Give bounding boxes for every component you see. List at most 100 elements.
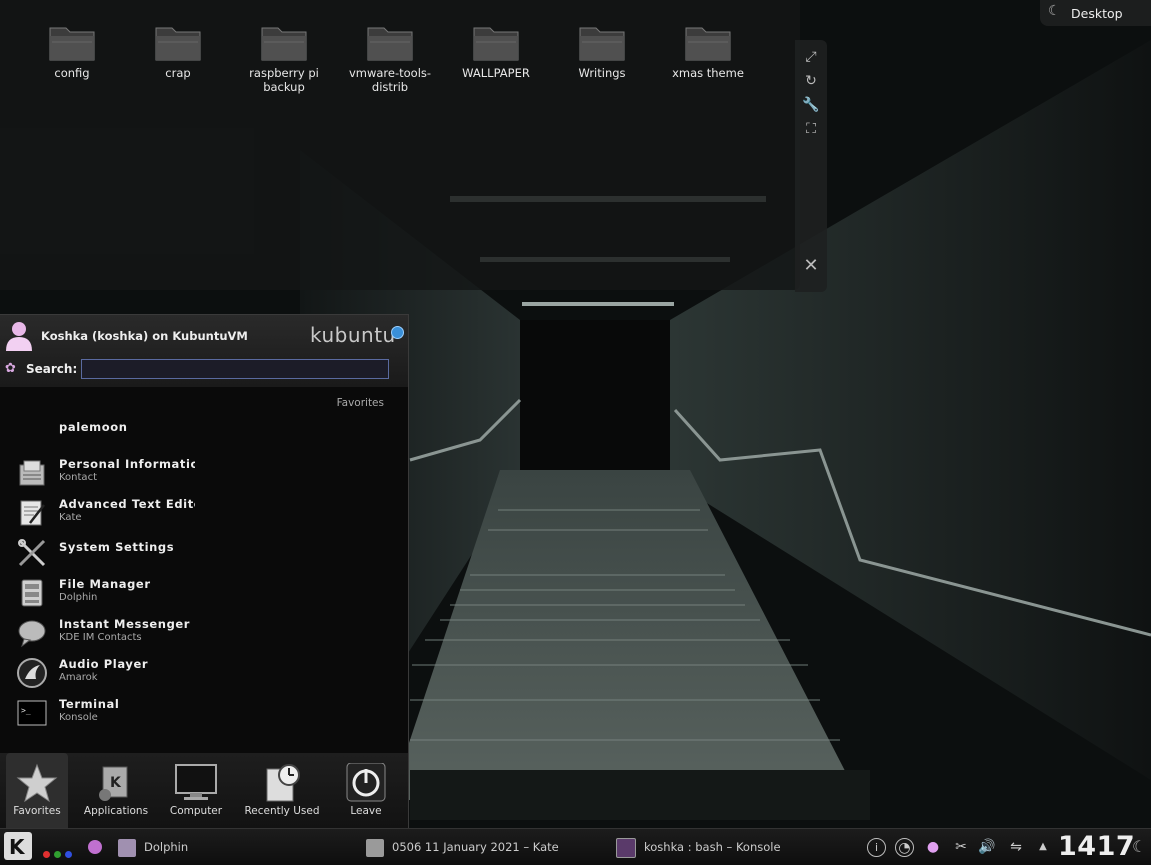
favorite-name: Instant Messenger Contac: [59, 617, 195, 631]
star-icon: [16, 763, 58, 803]
folder-icon: [579, 27, 625, 61]
tab-favorites[interactable]: Favorites: [6, 753, 68, 829]
favorite-item-amarok[interactable]: Audio Player Amarok: [0, 653, 406, 693]
desktop-folder-crap[interactable]: crap: [133, 22, 223, 80]
pager-icon[interactable]: [88, 840, 102, 854]
favorite-subtitle: Kontact: [59, 472, 97, 483]
favorite-item-palemoon[interactable]: palemoon: [0, 413, 406, 453]
plasma-toolbox-icon: ☾: [1048, 3, 1061, 19]
info-icon[interactable]: i: [867, 838, 886, 857]
tab-recently-used[interactable]: Recently Used: [240, 753, 324, 829]
tab-label: Leave: [350, 805, 382, 817]
favorite-name: System Settings: [59, 540, 175, 554]
usb-device-icon[interactable]: ⇋: [1007, 838, 1025, 856]
folder-icon: [473, 27, 519, 61]
panel-toolbox-icon[interactable]: ☾: [1132, 837, 1151, 857]
svg-text:>_: >_: [21, 706, 31, 715]
folder-label: vmware-tools-distrib: [348, 66, 432, 94]
desktop-folder-vmware-tools-distrib[interactable]: vmware-tools-distrib: [345, 22, 435, 94]
task-konsole[interactable]: koshka : bash – Konsole: [616, 829, 846, 865]
desktop-folder-raspberry-pi-backup[interactable]: raspberry pi backup: [239, 22, 329, 94]
klipper-scissors-icon[interactable]: ✂: [952, 838, 970, 856]
fullscreen-icon[interactable]: ⛶: [802, 120, 820, 138]
user-name-label: Koshka (koshka) on KubuntuVM: [41, 329, 248, 343]
konsole-task-icon: [616, 837, 636, 858]
terminal-icon: >_: [17, 700, 47, 726]
tab-applications[interactable]: K Applications: [80, 753, 152, 829]
user-avatar-icon: [6, 322, 32, 351]
favorite-item-konsole[interactable]: >_ Terminal Konsole: [0, 693, 406, 733]
favorite-subtitle: Konsole: [59, 712, 98, 723]
network-manager-icon[interactable]: ◔: [895, 838, 914, 857]
tab-label: Applications: [83, 805, 149, 817]
instant-messenger-icon: [18, 620, 46, 648]
desktop-folder-config[interactable]: config: [27, 22, 117, 80]
tab-computer[interactable]: Computer: [164, 753, 228, 829]
desktop-toolbox-label: Desktop: [1071, 6, 1123, 21]
text-editor-icon: [20, 500, 45, 526]
tab-label: Recently Used: [244, 805, 320, 817]
tab-leave[interactable]: Leave: [336, 753, 396, 829]
task-label: koshka : bash – Konsole: [644, 840, 781, 854]
task-label: Dolphin: [144, 840, 189, 854]
favorite-item-system-settings[interactable]: System Settings: [0, 533, 406, 573]
task-dolphin[interactable]: Dolphin: [118, 829, 338, 865]
system-settings-icon: [18, 539, 46, 567]
folder-label: WALLPAPER: [462, 66, 530, 80]
favorite-name: palemoon: [59, 420, 128, 434]
file-manager-icon: [21, 579, 43, 607]
dolphin-task-icon: [118, 838, 136, 857]
close-icon[interactable]: ✕: [802, 257, 820, 275]
recently-used-icon: [266, 764, 300, 802]
kickoff-header: Koshka (koshka) on KubuntuVM kubuntu ✿ S…: [0, 315, 408, 387]
volume-icon[interactable]: 🔊: [978, 838, 996, 856]
desktop-folder-writings[interactable]: Writings: [557, 22, 647, 80]
taskbar-panel: K Dolphin 0506 11 January 2021 – Kate ko…: [0, 828, 1151, 865]
favorite-subtitle: Dolphin: [59, 592, 98, 603]
search-input[interactable]: [81, 359, 389, 379]
power-icon: [346, 763, 386, 802]
desktop-folder-wallpaper[interactable]: WALLPAPER: [451, 22, 541, 80]
kickoff-launcher-button[interactable]: K: [4, 832, 32, 860]
favorite-name: File Manager: [59, 577, 151, 591]
kontact-icon: [19, 460, 45, 486]
folder-icon: [261, 27, 307, 61]
folder-label: raspberry pi backup: [249, 66, 319, 94]
favorites-heading: Favorites: [336, 397, 384, 409]
folder-label: xmas theme: [672, 66, 744, 80]
folder-label: Writings: [578, 66, 626, 80]
svg-text:K: K: [9, 835, 26, 859]
favorite-name: Personal Information Manag: [59, 457, 195, 471]
folder-icon: [685, 27, 731, 61]
settings-wrench-icon[interactable]: 🔧: [802, 96, 820, 114]
expand-arrow-icon[interactable]: ▲: [1034, 838, 1052, 856]
favorite-item-kate[interactable]: Advanced Text Editor Kate: [0, 493, 406, 533]
activity-switcher-icon[interactable]: [43, 843, 73, 858]
resize-icon[interactable]: ⤢: [802, 48, 820, 66]
favorite-item-kontact[interactable]: Personal Information Manag Kontact: [0, 453, 406, 493]
search-icon: ✿: [5, 361, 16, 376]
desktop-toolbox-button[interactable]: ☾ Desktop: [1040, 0, 1151, 26]
audio-player-icon: [17, 658, 47, 688]
kickoff-menu: Koshka (koshka) on KubuntuVM kubuntu ✿ S…: [0, 314, 409, 830]
palemoon-icon: [16, 417, 48, 449]
task-label: 0506 11 January 2021 – Kate: [392, 840, 559, 854]
folder-icon: [155, 27, 201, 61]
desktop-folder-xmas-theme[interactable]: xmas theme: [663, 22, 753, 80]
favorite-item-kde-im-contacts[interactable]: Instant Messenger Contac KDE IM Contacts: [0, 613, 406, 653]
favorite-name: Terminal: [59, 697, 120, 711]
digital-clock[interactable]: 1417: [1058, 830, 1135, 864]
svg-text:K: K: [110, 775, 122, 791]
favorite-item-dolphin[interactable]: File Manager Dolphin: [0, 573, 406, 613]
favorite-name: Advanced Text Editor: [59, 497, 195, 511]
widget-handle: ⤢ ↻ 🔧 ⛶ ✕: [795, 40, 827, 292]
rotate-icon[interactable]: ↻: [802, 72, 820, 90]
task-kate[interactable]: 0506 11 January 2021 – Kate: [366, 829, 596, 865]
applications-icon: K: [99, 766, 128, 801]
kubuntu-gear-icon: [391, 326, 404, 339]
kubuntu-logo: kubuntu: [310, 323, 396, 347]
notification-bulb-icon[interactable]: ●: [924, 838, 942, 856]
folder-view-widget: config crap raspberry pi backup vmware-t…: [0, 0, 800, 290]
folder-label: config: [54, 66, 90, 80]
favorite-name: Audio Player: [59, 657, 149, 671]
